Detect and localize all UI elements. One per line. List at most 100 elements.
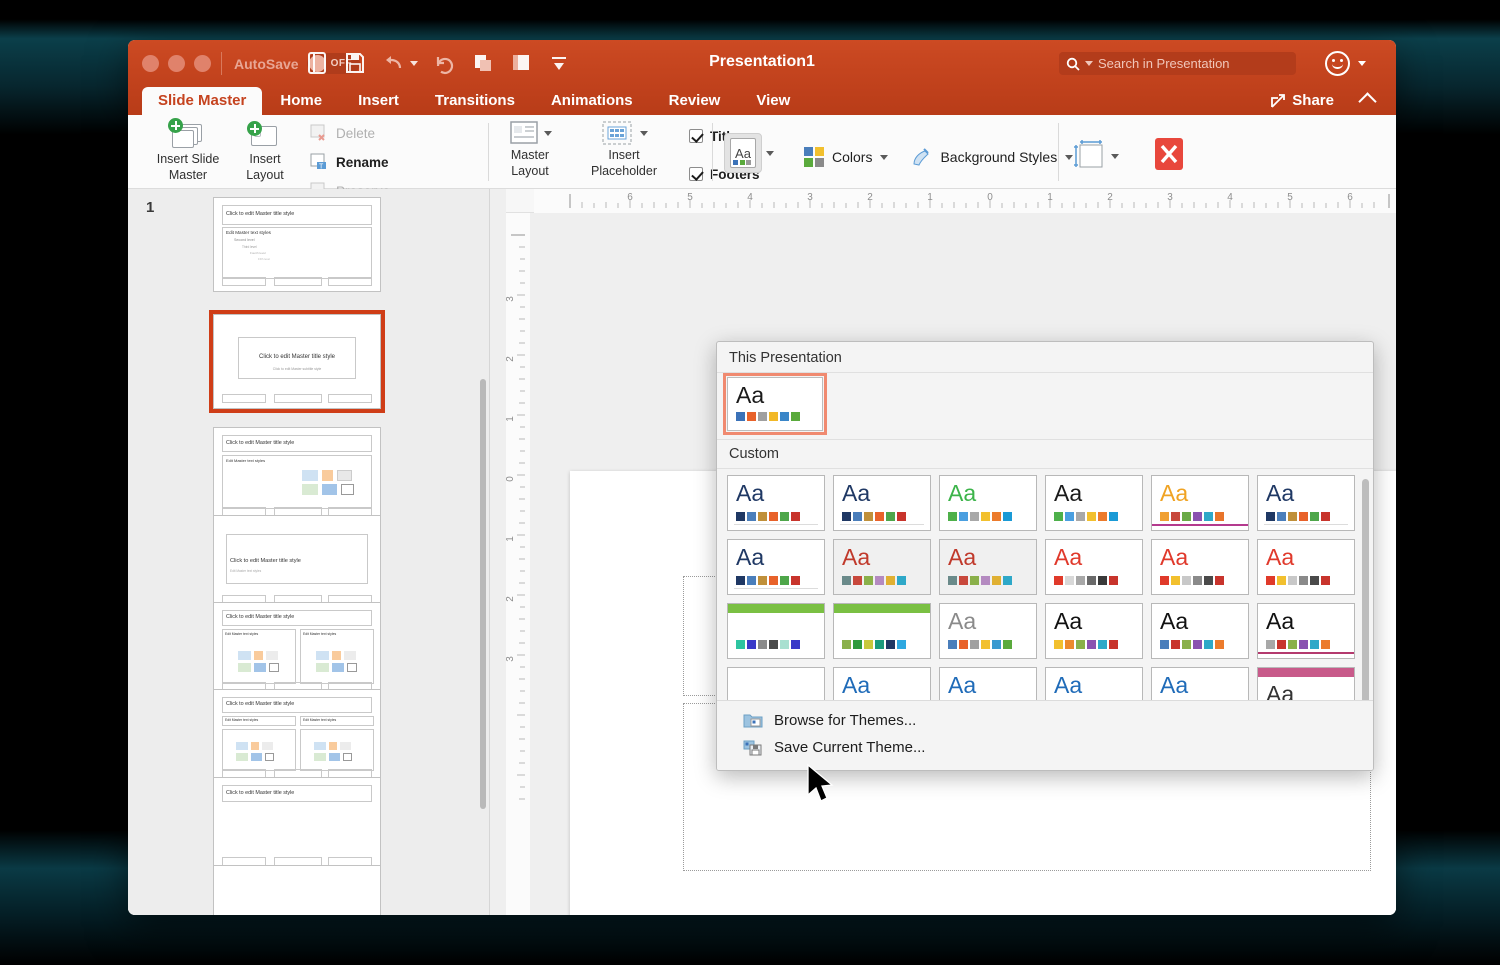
collapse-ribbon-icon[interactable] <box>1358 92 1377 111</box>
themes-icon-aa: Aa <box>735 145 751 161</box>
tab-review[interactable]: Review <box>651 87 739 115</box>
search-scope-caret[interactable] <box>1085 61 1093 66</box>
slide-size-caret-icon[interactable] <box>1111 153 1119 159</box>
thumbnail-two-content-layout[interactable]: Click to edit Master title style Edit Ma… <box>213 602 381 697</box>
thumbnail-title-only-layout[interactable]: Click to edit Master title style <box>213 777 381 872</box>
gallery-theme-grid[interactable]: Aa Aa Aa Aa Aa Aa Aa Aa Aa Aa Aa Aa Aa Aa Aa Aa Aa Aa Aa Aa… <box>717 469 1373 729</box>
theme-card-5[interactable]: Aa <box>1257 475 1355 531</box>
svg-text:T: T <box>319 164 324 171</box>
horizontal-ruler[interactable]: 6 5 4 3 2 1 0 1 2 3 4 5 6 <box>506 189 1396 213</box>
master-layout-caret-icon[interactable] <box>543 130 552 136</box>
master-layout-button[interactable]: Master Layout <box>498 115 562 178</box>
thumbnail-content-layout[interactable]: Click to edit Master title style Edit Ma… <box>213 427 381 522</box>
thumbnail-blank-layout[interactable] <box>213 865 381 915</box>
theme-card-aa-3: Aa <box>1054 480 1083 506</box>
theme-card-13[interactable] <box>833 603 931 659</box>
colors-button[interactable]: Colors <box>804 147 889 167</box>
themes-dropdown-caret-icon[interactable] <box>766 150 774 156</box>
theme-card-8[interactable]: Aa <box>939 539 1037 595</box>
theme-card-topbar-13 <box>834 604 930 613</box>
footers-checkbox[interactable] <box>689 167 703 181</box>
thumbnail-scrollbar[interactable] <box>480 379 486 809</box>
close-master-view-button[interactable] <box>1153 136 1185 177</box>
search-icon <box>1066 57 1080 71</box>
insert-placeholder-caret-icon[interactable] <box>639 130 648 136</box>
theme-card-17[interactable]: Aa <box>1257 603 1355 659</box>
tab-view[interactable]: View <box>738 87 808 115</box>
search-input[interactable]: Search in Presentation <box>1059 52 1296 75</box>
theme-card-7[interactable]: Aa <box>833 539 931 595</box>
theme-card-swatches-0 <box>736 512 800 521</box>
colors-icon <box>804 147 824 167</box>
background-styles-icon <box>913 148 930 166</box>
theme-card-3[interactable]: Aa <box>1045 475 1143 531</box>
theme-card-15[interactable]: Aa <box>1045 603 1143 659</box>
theme-card-10[interactable]: Aa <box>1151 539 1249 595</box>
tab-home[interactable]: Home <box>262 87 340 115</box>
tab-insert[interactable]: Insert <box>340 87 417 115</box>
thumbnail-title-0: Click to edit Master title style <box>226 211 295 217</box>
feedback-caret-icon[interactable] <box>1358 61 1366 66</box>
rename-master-button[interactable]: T Rename <box>306 151 393 173</box>
current-theme-card[interactable]: Aa <box>723 373 827 435</box>
theme-card-4[interactable]: Aa <box>1151 475 1249 531</box>
theme-card-2[interactable]: Aa <box>939 475 1037 531</box>
svg-text:2: 2 <box>1107 192 1113 203</box>
tab-transitions[interactable]: Transitions <box>417 87 533 115</box>
svg-text:4: 4 <box>1227 192 1233 203</box>
svg-text:1: 1 <box>927 192 933 203</box>
themes-button-row[interactable]: Aa <box>724 133 774 173</box>
theme-card-stripe-4 <box>1152 524 1248 526</box>
rename-label: Rename <box>336 154 389 170</box>
tab-slide-master[interactable]: Slide Master <box>142 87 263 115</box>
theme-card-14[interactable]: Aa <box>939 603 1037 659</box>
thumbnail-sub-1: Click to edit Master subtitle style <box>272 367 322 371</box>
theme-card-16[interactable]: Aa <box>1151 603 1249 659</box>
insert-layout-button[interactable]: Insert Layout <box>234 115 296 182</box>
insert-slide-master-button[interactable]: Insert Slide Master <box>142 115 234 182</box>
save-theme-disk-icon <box>743 739 763 756</box>
delete-master-button[interactable]: Delete <box>306 122 393 144</box>
feedback-smiley-icon[interactable] <box>1325 51 1350 76</box>
thumbnail-title-4: Click to edit Master title style <box>226 614 295 620</box>
browse-folder-icon <box>743 712 763 729</box>
themes-button[interactable]: Aa <box>724 133 762 173</box>
theme-card-1[interactable]: Aa <box>833 475 931 531</box>
svg-text:3: 3 <box>807 192 813 203</box>
thumbnail-title-layout[interactable]: Click to edit Master title style Click t… <box>209 310 385 413</box>
colors-caret-icon[interactable] <box>880 154 889 160</box>
thumbnail-title-3: Click to edit Master title style <box>230 558 301 564</box>
theme-card-aa-20: Aa <box>948 672 977 698</box>
svg-text:0: 0 <box>987 192 993 203</box>
vertical-ruler[interactable]: 3 2 1 0 1 2 3 <box>506 213 530 915</box>
share-button[interactable]: Share <box>1270 92 1334 109</box>
theme-card-swatches-3 <box>1054 512 1118 521</box>
browse-for-themes-item[interactable]: Browse for Themes... <box>717 707 1373 734</box>
tab-animations[interactable]: Animations <box>533 87 651 115</box>
gallery-menu-footer: Browse for Themes... Save Current Theme.… <box>717 700 1373 770</box>
insert-placeholder-button[interactable]: Insert Placeholder <box>576 115 672 178</box>
theme-card-6[interactable]: Aa <box>727 539 825 595</box>
slide-thumbnail-pane[interactable]: 1 Click to edit Master title style Edit … <box>128 189 490 915</box>
theme-card-swatches-13 <box>842 640 906 649</box>
thumbnail-section-layout[interactable]: Click to edit Master title style Edit Ma… <box>213 515 381 610</box>
svg-text:3: 3 <box>506 296 516 302</box>
svg-text:1: 1 <box>1047 192 1053 203</box>
themes-gallery-dropdown[interactable]: This Presentation Aa Custom Aa Aa Aa Aa Aa Aa… <box>716 341 1374 771</box>
theme-card-swatches-7 <box>842 576 906 585</box>
save-current-theme-item[interactable]: Save Current Theme... <box>717 734 1373 761</box>
slide-size-button[interactable] <box>1072 138 1119 174</box>
thumbnail-slide-master[interactable]: Click to edit Master title style Edit Ma… <box>213 197 381 292</box>
theme-card-11[interactable]: Aa <box>1257 539 1355 595</box>
title-checkbox[interactable] <box>689 129 703 143</box>
theme-card-0[interactable]: Aa <box>727 475 825 531</box>
theme-card-aa-10: Aa <box>1160 544 1189 570</box>
thumbnail-comparison-layout[interactable]: Click to edit Master title style Edit Ma… <box>213 689 381 784</box>
theme-card-12[interactable] <box>727 603 825 659</box>
background-styles-button[interactable]: Background Styles <box>910 146 1074 168</box>
ribbon-group-layout: Master Layout Insert Placeholder Title <box>498 115 763 189</box>
thumbnail-title-6: Click to edit Master title style <box>226 790 295 796</box>
theme-card-9[interactable]: Aa <box>1045 539 1143 595</box>
theme-card-aa-9: Aa <box>1054 544 1083 570</box>
colors-label: Colors <box>832 149 873 165</box>
